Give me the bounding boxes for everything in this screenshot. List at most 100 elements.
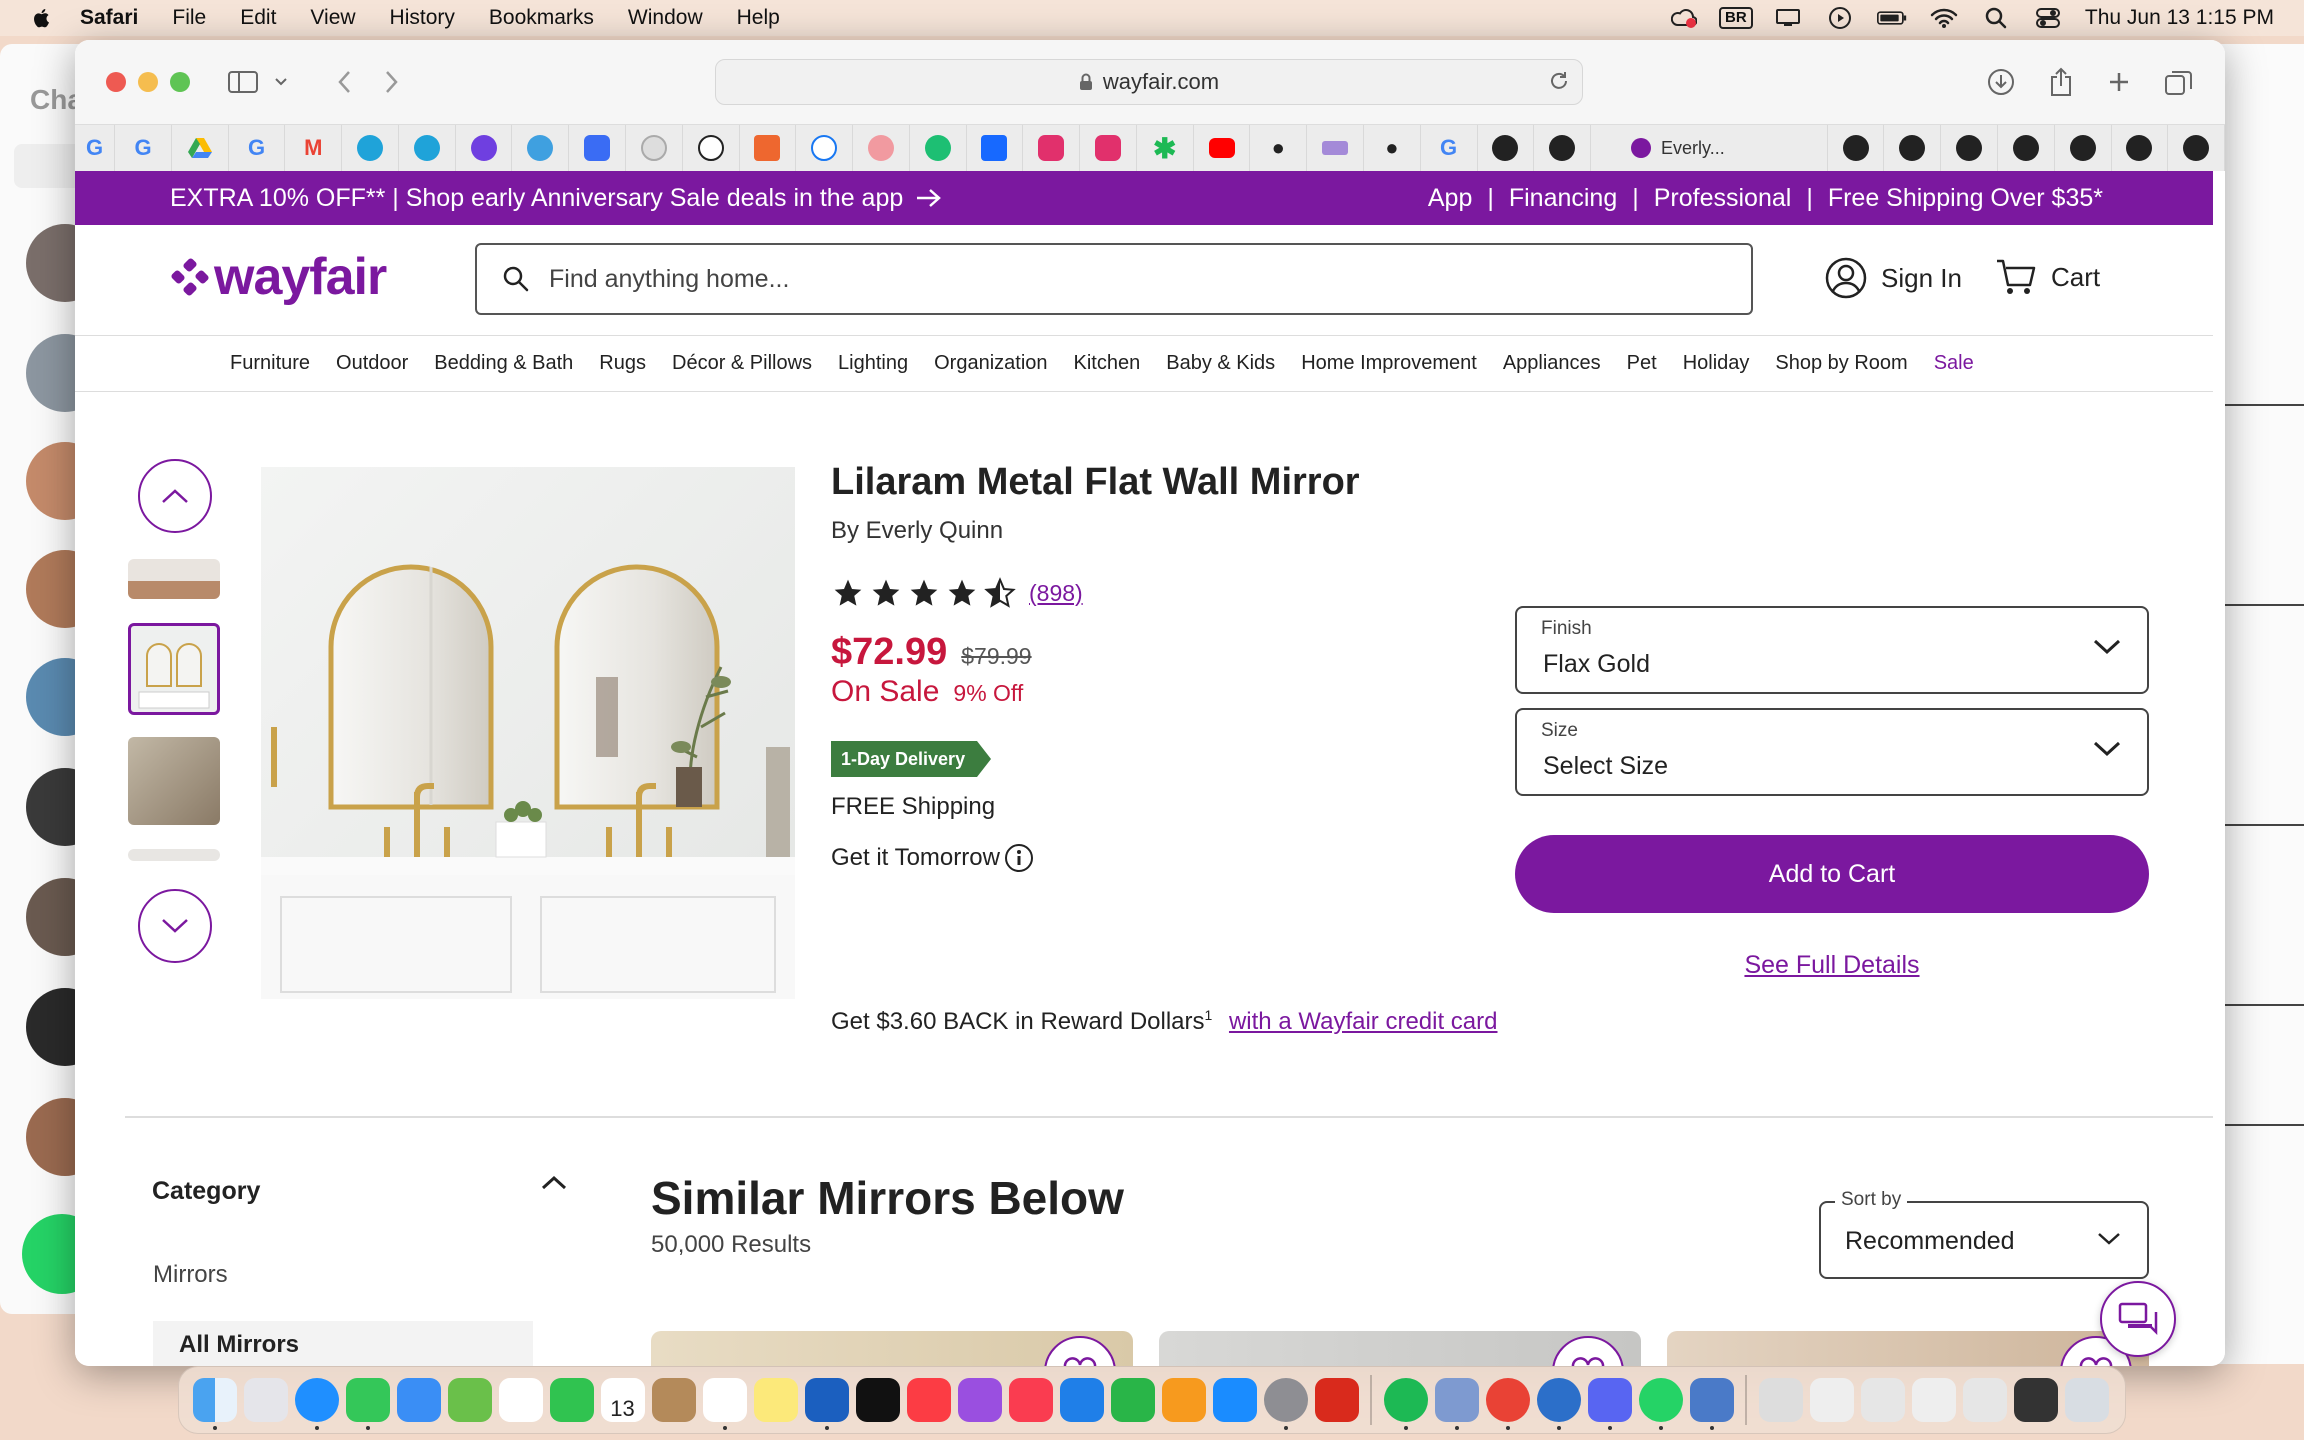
mail-icon[interactable]	[396, 1378, 441, 1422]
reminders-icon[interactable]	[702, 1378, 747, 1430]
stack-icon[interactable]	[1689, 1378, 1734, 1430]
pinterest-icon[interactable]	[1884, 125, 1942, 171]
openai-icon[interactable]	[683, 125, 740, 171]
search-input[interactable]	[547, 263, 1651, 295]
menu-bookmarks[interactable]: Bookmarks	[489, 6, 594, 30]
battery-icon[interactable]	[1876, 7, 1907, 29]
product-thumbnail-selected[interactable]	[128, 623, 220, 715]
close-window-button[interactable]	[106, 72, 126, 92]
canva-icon[interactable]	[512, 125, 570, 171]
back-button[interactable]	[329, 66, 361, 98]
review-count-link[interactable]: (898)	[1029, 580, 1083, 607]
document-stack-icon[interactable]	[1860, 1378, 1905, 1422]
bars-icon[interactable]	[1307, 125, 1364, 171]
spotify-icon[interactable]	[1383, 1378, 1428, 1430]
canva-icon[interactable]	[456, 125, 513, 171]
whatsapp-icon[interactable]	[1638, 1378, 1683, 1430]
facetime-icon[interactable]	[549, 1378, 594, 1422]
notes-icon[interactable]	[753, 1378, 798, 1422]
apple-icon[interactable]: ●	[1364, 125, 1421, 171]
google-drive-icon[interactable]	[172, 125, 229, 171]
gmail-icon[interactable]: M	[285, 125, 343, 171]
podcasts-icon[interactable]	[957, 1378, 1002, 1422]
apple-tv-icon[interactable]	[855, 1378, 900, 1422]
chrome-icon[interactable]	[1485, 1378, 1530, 1430]
thumbnail-scroll-down-button[interactable]	[138, 889, 212, 963]
screenshot-stack-icon[interactable]	[2013, 1378, 2058, 1422]
pinterest-icon[interactable]	[1478, 125, 1535, 171]
document-stack-icon[interactable]	[1911, 1378, 1956, 1422]
facebook-icon[interactable]	[796, 125, 854, 171]
nav-holiday[interactable]: Holiday	[1683, 352, 1750, 375]
keynote-icon[interactable]	[1059, 1378, 1104, 1422]
behance-icon[interactable]	[967, 125, 1024, 171]
display-icon[interactable]	[1773, 7, 1803, 29]
nav-furniture[interactable]: Furniture	[230, 352, 310, 375]
share-icon[interactable]	[2045, 66, 2077, 98]
pinterest-icon[interactable]	[1534, 125, 1592, 171]
category-item-all-mirrors[interactable]: All Mirrors	[153, 1321, 533, 1366]
news-icon[interactable]	[1008, 1378, 1053, 1422]
nav-home-improvement[interactable]: Home Improvement	[1301, 352, 1477, 375]
see-full-details-link[interactable]: See Full Details	[1515, 911, 2149, 980]
cart-button[interactable]: Cart	[1995, 257, 2100, 297]
pinterest-icon[interactable]	[2055, 125, 2112, 171]
fiverr-icon[interactable]	[910, 125, 967, 171]
sidebar-toggle-icon[interactable]	[227, 66, 259, 98]
chevron-down-icon[interactable]	[265, 66, 297, 98]
promo-link-app[interactable]: App	[1428, 184, 1472, 213]
instagram-icon[interactable]	[1080, 125, 1137, 171]
nav-organization[interactable]: Organization	[934, 352, 1047, 375]
address-bar[interactable]: wayfair.com	[715, 59, 1583, 105]
search-box[interactable]	[475, 243, 1753, 315]
acrobat-icon[interactable]	[1314, 1378, 1359, 1422]
apple-icon[interactable]: ●	[1250, 125, 1308, 171]
photos-icon[interactable]	[498, 1378, 543, 1422]
product-rating[interactable]: (898)	[831, 577, 1083, 609]
menu-edit[interactable]: Edit	[240, 6, 276, 30]
product-thumbnail[interactable]	[128, 849, 220, 861]
instagram-icon[interactable]	[1023, 125, 1081, 171]
product-brand[interactable]: By Everly Quinn	[831, 517, 1003, 545]
sort-by-select[interactable]: Sort by Recommended	[1819, 1189, 2149, 1279]
messenger-icon[interactable]	[569, 125, 627, 171]
launchpad-icon[interactable]	[243, 1378, 288, 1422]
nav-shop-by-room[interactable]: Shop by Room	[1775, 352, 1907, 375]
finish-select[interactable]: Finish Flax Gold	[1515, 606, 2149, 694]
nav-rugs[interactable]: Rugs	[599, 352, 646, 375]
promo-left-link[interactable]: EXTRA 10% OFF** | Shop early Anniversary…	[170, 184, 943, 213]
forward-button[interactable]	[375, 66, 407, 98]
document-stack-icon[interactable]	[1809, 1378, 1854, 1422]
chat-button[interactable]	[2100, 1281, 2176, 1357]
safari-icon[interactable]	[294, 1378, 339, 1430]
apple-icon[interactable]	[30, 6, 54, 30]
product-main-image[interactable]	[261, 467, 795, 999]
wifi-icon[interactable]	[1929, 7, 1959, 29]
word-icon[interactable]	[804, 1378, 849, 1430]
nav-kitchen[interactable]: Kitchen	[1074, 352, 1141, 375]
menu-help[interactable]: Help	[737, 6, 780, 30]
nav-sale[interactable]: Sale	[1934, 352, 1974, 375]
category-item-mirrors[interactable]: Mirrors	[153, 1261, 228, 1289]
menu-history[interactable]: History	[390, 6, 455, 30]
contacts-icon[interactable]	[651, 1378, 696, 1422]
promo-link-financing[interactable]: Financing	[1509, 184, 1617, 213]
vpn-icon[interactable]	[1536, 1378, 1581, 1430]
nav-bedding-bath[interactable]: Bedding & Bath	[434, 352, 573, 375]
calendar-icon[interactable]: 13	[600, 1378, 645, 1422]
spotlight-icon[interactable]	[1981, 7, 2011, 29]
canva-icon[interactable]	[399, 125, 456, 171]
document-stack-icon[interactable]	[1962, 1378, 2007, 1422]
google-icon[interactable]: G	[1421, 125, 1478, 171]
promo-link-free-shipping[interactable]: Free Shipping Over $35*	[1828, 184, 2103, 213]
brain-icon[interactable]	[853, 125, 910, 171]
tab-overview-icon[interactable]	[2163, 66, 2195, 98]
magento-icon[interactable]	[740, 125, 797, 171]
app-icon[interactable]	[1587, 1378, 1632, 1430]
thumbnail-scroll-up-button[interactable]	[138, 459, 212, 533]
nav-decor-pillows[interactable]: Décor & Pillows	[672, 352, 812, 375]
pinterest-icon[interactable]	[1998, 125, 2055, 171]
promo-link-professional[interactable]: Professional	[1654, 184, 1792, 213]
input-source-icon[interactable]: BR	[1719, 7, 1753, 29]
pinterest-icon[interactable]	[1828, 125, 1885, 171]
